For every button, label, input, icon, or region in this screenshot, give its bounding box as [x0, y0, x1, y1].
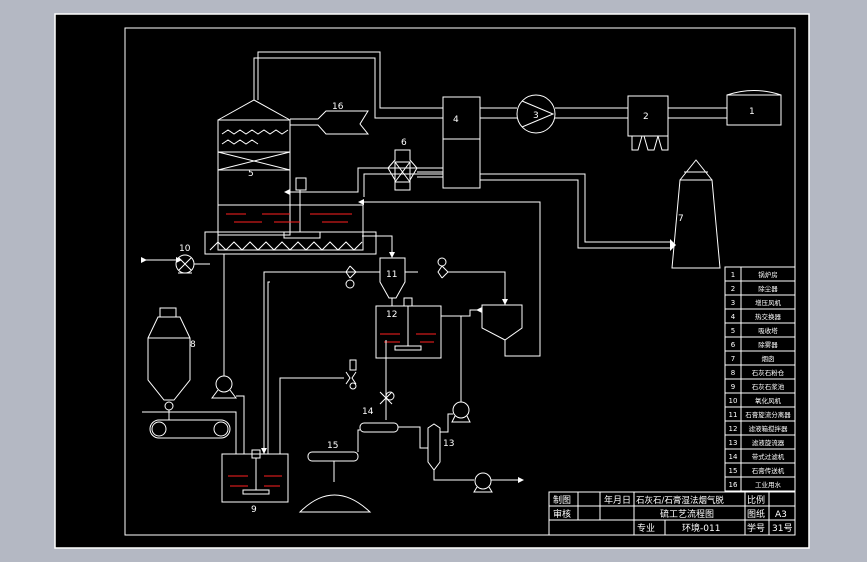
legend-name: 氧化风机	[755, 396, 782, 405]
legend-name: 除尘器	[758, 284, 778, 293]
legend-name: 滤液旋流器	[752, 438, 785, 447]
legend-name: 石灰石浆池	[752, 382, 785, 391]
label-draw: 制图	[553, 494, 571, 506]
legend-number: 13	[729, 439, 738, 447]
legend-number: 16	[729, 481, 738, 489]
legend-number: 6	[731, 341, 736, 349]
label-6: 6	[401, 138, 407, 148]
legend-number: 3	[731, 299, 735, 307]
student-no-value: 31号	[772, 523, 792, 534]
legend-name: 石膏旋流分离器	[745, 410, 791, 419]
label-13: 13	[443, 439, 454, 449]
legend-number: 8	[731, 369, 735, 377]
legend-name: 烟囱	[762, 354, 775, 363]
legend-number: 12	[729, 425, 738, 433]
label-4: 4	[453, 115, 459, 125]
legend-name: 除雾器	[758, 340, 778, 349]
label-15: 15	[327, 441, 338, 451]
legend-number: 9	[731, 383, 735, 391]
legend-name: 石膏传送机	[752, 466, 785, 475]
label-student-no: 学号	[747, 522, 765, 534]
label-1: 1	[749, 107, 755, 117]
legend-number: 5	[731, 327, 735, 335]
label-9: 9	[251, 505, 257, 515]
label-7: 7	[678, 214, 684, 224]
legend-name: 吸收塔	[758, 326, 778, 335]
legend-name: 锅炉房	[758, 270, 778, 279]
legend-name: 热交换器	[755, 312, 782, 321]
label-5: 5	[248, 169, 254, 179]
legend-number: 2	[731, 285, 735, 293]
label-review: 审核	[553, 508, 571, 520]
sheet-value: A3	[775, 510, 787, 520]
cad-window: 1 2 3 4 5 6 16 7 10 11 12 8 9 14 13 15 1…	[54, 13, 810, 549]
legend-number: 10	[729, 397, 738, 405]
label-major: 专业	[637, 522, 655, 534]
label-2: 2	[643, 112, 649, 122]
legend-number: 4	[731, 313, 736, 321]
label-date: 年月日	[604, 494, 631, 506]
legend-name: 带式过滤机	[752, 452, 785, 461]
legend-number: 14	[729, 453, 738, 461]
legend-number: 1	[731, 271, 735, 279]
drawing-title-line2: 硫工艺流程图	[660, 508, 714, 520]
legend-name: 滤液箱搅拌器	[749, 424, 789, 433]
legend-number: 11	[729, 411, 738, 419]
label-16: 16	[332, 102, 344, 112]
legend-name: 工业用水	[755, 480, 782, 489]
legend-name: 石灰石粉仓	[752, 368, 785, 377]
drawing-title-line1: 石灰石/石膏湿法烟气脱	[636, 495, 724, 506]
label-12: 12	[386, 310, 397, 320]
label-14: 14	[362, 407, 374, 417]
label-sheet: 图纸	[747, 508, 765, 520]
legend-number: 7	[731, 355, 735, 363]
label-3: 3	[533, 111, 539, 121]
label-11: 11	[386, 270, 397, 280]
major-value: 环境-011	[682, 522, 720, 534]
label-scale: 比例	[747, 494, 765, 506]
legend-number: 15	[729, 467, 738, 475]
label-10: 10	[179, 244, 191, 254]
label-8: 8	[190, 340, 196, 350]
legend-name: 增压风机	[755, 298, 782, 307]
